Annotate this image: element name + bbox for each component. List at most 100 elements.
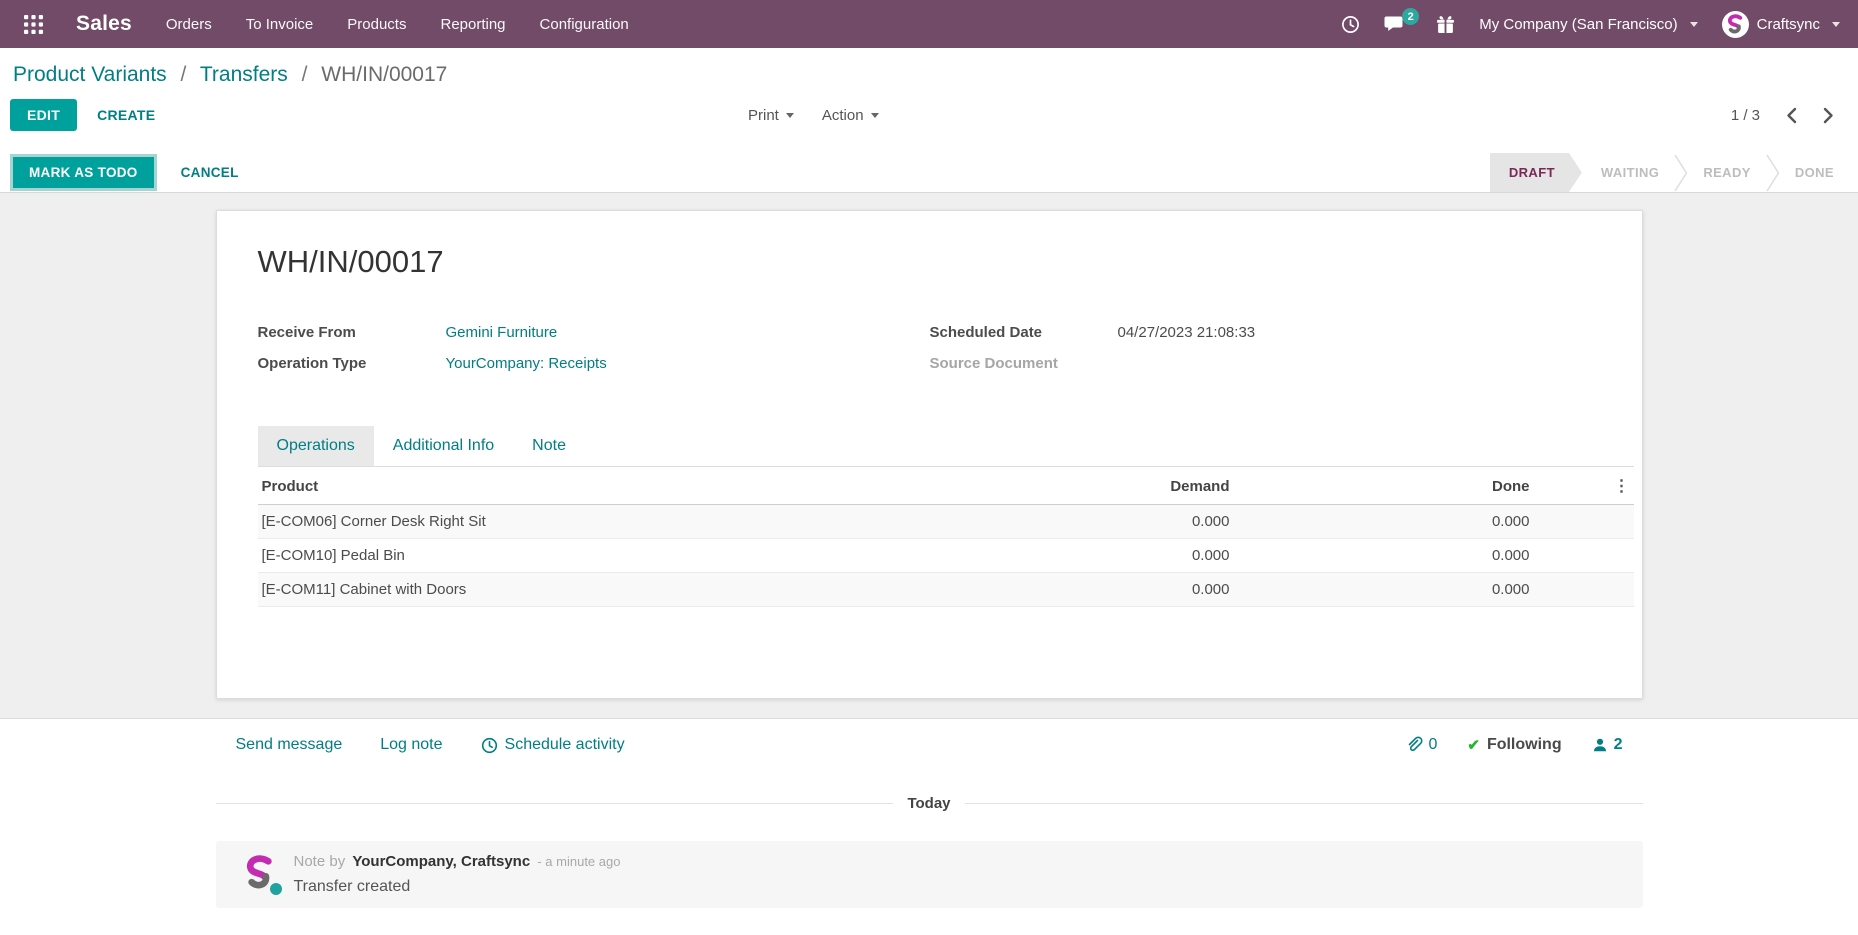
cell-product[interactable]: [E-COM06] Corner Desk Right Sit bbox=[257, 504, 1024, 539]
status-pipeline: DRAFT WAITING READY DONE bbox=[1490, 153, 1858, 192]
status-draft[interactable]: DRAFT bbox=[1490, 153, 1582, 192]
record-title: WH/IN/00017 bbox=[257, 244, 444, 279]
attachment-count: 0 bbox=[1428, 736, 1438, 753]
chevron-left-icon bbox=[1787, 107, 1797, 123]
craftsync-logo-icon bbox=[1727, 13, 1742, 33]
column-product[interactable]: Product bbox=[257, 467, 1024, 505]
control-panel: EDIT CREATE Print Action 1 / 3 bbox=[0, 89, 1858, 141]
message-body: Note by YourCompany, Craftsync - a minut… bbox=[294, 851, 621, 896]
cell-demand[interactable]: 0.000 bbox=[1023, 572, 1234, 607]
edit-button[interactable]: EDIT bbox=[10, 99, 78, 131]
tab-note[interactable]: Note bbox=[513, 426, 585, 466]
breadcrumb-transfers[interactable]: Transfers bbox=[200, 63, 288, 86]
menu-products[interactable]: Products bbox=[347, 16, 406, 33]
menu-orders[interactable]: Orders bbox=[166, 16, 212, 33]
grid-icon bbox=[23, 14, 43, 34]
log-note-button[interactable]: Log note bbox=[380, 736, 442, 754]
table-row[interactable]: [E-COM06] Corner Desk Right Sit 0.000 0.… bbox=[257, 504, 1634, 539]
chevron-right-icon bbox=[1823, 107, 1833, 123]
cell-product[interactable]: [E-COM10] Pedal Bin bbox=[257, 538, 1024, 573]
cell-product[interactable]: [E-COM11] Cabinet with Doors bbox=[257, 572, 1024, 607]
operation-type-value[interactable]: YourCompany: Receipts bbox=[446, 355, 607, 373]
check-icon: ✔ bbox=[1467, 737, 1480, 754]
following-button[interactable]: ✔ Following bbox=[1467, 736, 1561, 754]
status-waiting[interactable]: WAITING bbox=[1586, 153, 1674, 192]
status-done[interactable]: DONE bbox=[1780, 153, 1858, 192]
pager-arrows bbox=[1786, 107, 1834, 124]
mark-as-todo-button[interactable]: MARK AS TODO bbox=[13, 157, 154, 188]
column-demand[interactable]: Demand bbox=[1023, 467, 1234, 505]
cell-done[interactable]: 0.000 bbox=[1233, 572, 1534, 607]
chatter-message[interactable]: Note by YourCompany, Craftsync - a minut… bbox=[215, 841, 1643, 908]
breadcrumb-separator: / bbox=[301, 63, 308, 86]
user-menu[interactable]: Craftsync bbox=[1721, 10, 1840, 38]
table-header-row: Product Demand Done ⋮ bbox=[257, 467, 1634, 505]
followers-button[interactable]: 2 bbox=[1592, 736, 1623, 754]
odoo-app-window: Sales Orders To Invoice Products Reporti… bbox=[0, 0, 1858, 935]
top-menu: Orders To Invoice Products Reporting Con… bbox=[166, 16, 629, 33]
status-separator-icon bbox=[1766, 153, 1780, 192]
gift-icon bbox=[1437, 15, 1455, 33]
field-group-right: Scheduled Date 04/27/2023 21:08:33 Sourc… bbox=[930, 324, 1601, 386]
breadcrumb: Product Variants / Transfers / WH/IN/000… bbox=[0, 48, 1858, 89]
send-message-button[interactable]: Send message bbox=[236, 736, 343, 754]
table-options-icon[interactable]: ⋮ bbox=[1533, 467, 1634, 505]
apps-menu-icon[interactable] bbox=[16, 7, 50, 41]
cell-done[interactable]: 0.000 bbox=[1233, 538, 1534, 573]
clock-icon bbox=[1342, 15, 1360, 33]
form-view-background: WH/IN/00017 Receive From Gemini Furnitur… bbox=[0, 193, 1858, 718]
chatter-toolbar-right: 0 ✔ Following 2 bbox=[1405, 736, 1623, 754]
field-group-left: Receive From Gemini Furniture Operation … bbox=[258, 324, 930, 386]
avatar bbox=[1721, 10, 1749, 38]
avatar bbox=[240, 853, 282, 895]
message-timestamp: - a minute ago bbox=[537, 854, 621, 869]
message-type: Note by bbox=[293, 853, 346, 870]
scheduled-date-value: 04/27/2023 21:08:33 bbox=[1117, 324, 1256, 341]
form-sheet: WH/IN/00017 Receive From Gemini Furnitur… bbox=[215, 210, 1643, 699]
cell-demand[interactable]: 0.000 bbox=[1023, 504, 1234, 539]
cell-done[interactable]: 0.000 bbox=[1233, 504, 1534, 539]
breadcrumb-separator: / bbox=[180, 63, 187, 86]
attachments-button[interactable]: 0 bbox=[1405, 736, 1437, 754]
action-dropdown[interactable]: Action bbox=[822, 107, 879, 124]
tab-additional-info[interactable]: Additional Info bbox=[374, 426, 513, 466]
pager-previous-button[interactable] bbox=[1786, 107, 1797, 124]
chatter: Send message Log note Schedule activity … bbox=[0, 718, 1858, 926]
print-dropdown[interactable]: Print bbox=[748, 107, 794, 124]
topbar-right: 2 My Company (San Francisco) Craftsync bbox=[1341, 8, 1840, 38]
chevron-down-icon bbox=[870, 113, 879, 119]
pager: 1 / 3 bbox=[1731, 107, 1834, 124]
column-done[interactable]: Done bbox=[1233, 467, 1534, 505]
create-button[interactable]: CREATE bbox=[83, 99, 169, 131]
menu-configuration[interactable]: Configuration bbox=[540, 16, 629, 33]
schedule-activity-button[interactable]: Schedule activity bbox=[481, 736, 625, 754]
rewards-button[interactable] bbox=[1436, 15, 1455, 34]
cancel-button[interactable]: CANCEL bbox=[167, 157, 253, 188]
follower-count: 2 bbox=[1613, 736, 1623, 753]
operation-type-label: Operation Type bbox=[257, 355, 367, 372]
pager-next-button[interactable] bbox=[1823, 107, 1834, 124]
table-row[interactable]: [E-COM11] Cabinet with Doors 0.000 0.000 bbox=[257, 572, 1634, 607]
status-separator-icon bbox=[1674, 153, 1688, 192]
message-author[interactable]: YourCompany, Craftsync bbox=[352, 853, 530, 870]
app-name[interactable]: Sales bbox=[76, 12, 132, 36]
chevron-down-icon bbox=[1689, 21, 1698, 27]
receive-from-label: Receive From bbox=[257, 324, 356, 341]
receive-from-value[interactable]: Gemini Furniture bbox=[446, 324, 558, 342]
field-groups: Receive From Gemini Furniture Operation … bbox=[258, 324, 1601, 386]
messages-button[interactable]: 2 bbox=[1384, 8, 1420, 33]
menu-reporting[interactable]: Reporting bbox=[440, 16, 505, 33]
scheduled-date-label: Scheduled Date bbox=[929, 324, 1043, 341]
print-action-group: Print Action bbox=[748, 107, 879, 124]
menu-to-invoice[interactable]: To Invoice bbox=[246, 16, 314, 33]
activities-button[interactable] bbox=[1341, 15, 1360, 34]
chevron-down-icon bbox=[1832, 21, 1840, 27]
tab-operations[interactable]: Operations bbox=[257, 426, 374, 466]
clock-icon bbox=[481, 737, 497, 753]
cell-demand[interactable]: 0.000 bbox=[1023, 538, 1234, 573]
breadcrumb-product-variants[interactable]: Product Variants bbox=[13, 63, 167, 86]
table-row[interactable]: [E-COM10] Pedal Bin 0.000 0.000 bbox=[257, 538, 1634, 573]
chatter-toolbar: Send message Log note Schedule activity … bbox=[216, 736, 1643, 754]
company-switcher[interactable]: My Company (San Francisco) bbox=[1479, 16, 1698, 33]
status-ready[interactable]: READY bbox=[1688, 153, 1766, 192]
